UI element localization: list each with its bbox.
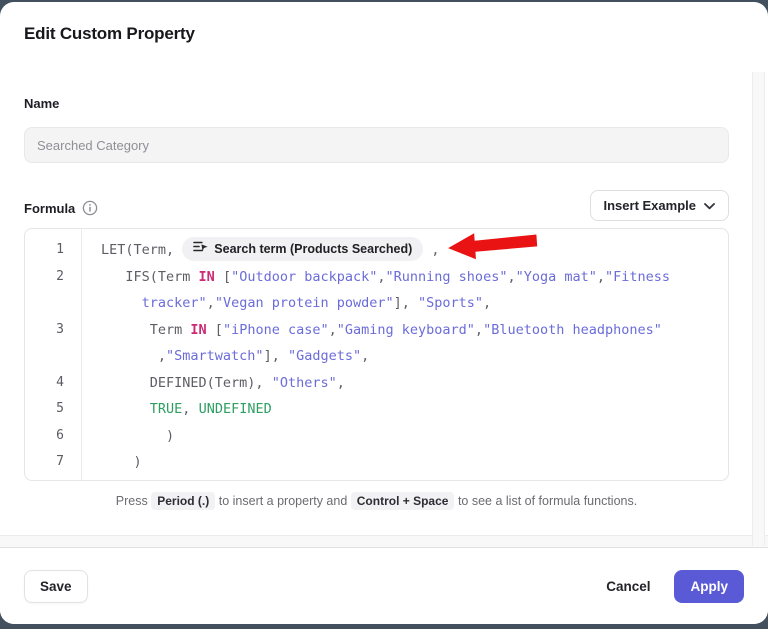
code-token: , <box>423 242 439 258</box>
chevron-down-icon <box>704 198 715 213</box>
code-token: , <box>361 348 369 364</box>
kbd-period: Period (.) <box>151 492 215 510</box>
cancel-button[interactable]: Cancel <box>606 570 650 603</box>
code-token: , <box>337 375 345 391</box>
code-token: IFS(Term <box>101 269 199 285</box>
kbd-control-space: Control + Space <box>351 492 455 510</box>
code-token: ) <box>101 428 174 444</box>
code-token: "iPhone case" <box>223 322 329 338</box>
line-number: 3 <box>25 317 81 370</box>
hint-press: Press <box>116 494 148 508</box>
formula-label: Formula <box>24 201 75 216</box>
code-row: ,"Smartwatch"], "Gadgets", <box>101 343 662 370</box>
dialog-footer: Save Cancel Apply <box>0 548 768 624</box>
code-row: LET(Term, Search term (Products Searched… <box>101 237 440 264</box>
info-icon[interactable] <box>82 200 98 216</box>
code-token: "Fitness <box>605 269 670 285</box>
code-token: ) <box>101 454 142 470</box>
code-row: IFS(Term IN ["Outdoor backpack","Running… <box>101 264 670 291</box>
code-token: tracker" <box>142 295 207 311</box>
editor-hint: Press Period (.) to insert a property an… <box>24 491 729 512</box>
line-number: 1 <box>25 237 81 264</box>
code-token <box>101 401 150 417</box>
code-token: [ <box>215 269 231 285</box>
code-token: , <box>483 295 491 311</box>
insert-example-button[interactable]: Insert Example <box>590 190 730 221</box>
code-token: "Outdoor backpack" <box>231 269 377 285</box>
code-token: "Smartwatch" <box>166 348 264 364</box>
code-token: "Vegan protein powder" <box>215 295 394 311</box>
code-token: , <box>377 269 385 285</box>
code-token: , <box>182 401 198 417</box>
gutter-separator <box>81 229 82 480</box>
code-token: "Others" <box>272 375 337 391</box>
code-row: Term IN ["iPhone case","Gaming keyboard"… <box>101 317 662 344</box>
code-line: 3 Term IN ["iPhone case","Gaming keyboar… <box>25 317 728 370</box>
code-token: UNDEFINED <box>199 401 272 417</box>
formula-code-editor[interactable]: 1 LET(Term, Search term (Products Searche… <box>24 228 729 481</box>
line-number: 4 <box>25 370 81 397</box>
code-row: ) <box>101 449 142 476</box>
code-line: 5 TRUE, UNDEFINED <box>25 396 728 423</box>
property-pill-label: Search term (Products Searched) <box>214 236 412 263</box>
code-token: "Gadgets" <box>288 348 361 364</box>
code-token <box>101 295 142 311</box>
code-line: 1 LET(Term, Search term (Products Searche… <box>25 237 728 264</box>
red-arrow-annotation-icon <box>445 225 541 265</box>
name-label: Name <box>24 96 59 111</box>
code-row: tracker","Vegan protein powder"], "Sport… <box>101 290 670 317</box>
code-token: ], <box>394 295 418 311</box>
vertical-scrollbar[interactable] <box>752 72 765 546</box>
code-line: 6 ) <box>25 423 728 450</box>
code-row: ) <box>101 423 174 450</box>
code-token: TRUE <box>150 401 183 417</box>
code-line: 2 IFS(Term IN ["Outdoor backpack","Runni… <box>25 264 728 317</box>
code-line: 7 ) <box>25 449 728 476</box>
code-token: , <box>475 322 483 338</box>
code-row: TRUE, UNDEFINED <box>101 396 272 423</box>
code-token: LET(Term, <box>101 242 182 258</box>
edit-custom-property-dialog: Edit Custom Property Name Formula Insert… <box>0 2 768 624</box>
code-token: [ <box>207 322 223 338</box>
code-token: "Sports" <box>418 295 483 311</box>
horizontal-scrollbar[interactable] <box>0 535 768 548</box>
insert-example-label: Insert Example <box>604 198 697 213</box>
line-number: 2 <box>25 264 81 317</box>
code-token: IN <box>190 322 206 338</box>
line-number: 5 <box>25 396 81 423</box>
dialog-title: Edit Custom Property <box>24 24 195 44</box>
save-button[interactable]: Save <box>24 570 88 603</box>
hint-middle: to insert a property and <box>219 494 348 508</box>
code-token: "Yoga mat" <box>516 269 597 285</box>
formula-header-row: Formula Insert Example <box>24 190 729 222</box>
property-pill[interactable]: Search term (Products Searched) <box>182 237 423 261</box>
line-number: 6 <box>25 423 81 450</box>
code-token: "Gaming keyboard" <box>337 322 475 338</box>
code-token: "Bluetooth headphones" <box>483 322 662 338</box>
code-token: Term <box>101 322 190 338</box>
code-row: DEFINED(Term), "Others", <box>101 370 345 397</box>
code-token: , <box>507 269 515 285</box>
code-token: , <box>101 348 166 364</box>
line-number: 7 <box>25 449 81 476</box>
code-token: , <box>329 322 337 338</box>
apply-button[interactable]: Apply <box>674 570 744 603</box>
code-token: , <box>207 295 215 311</box>
code-token: IN <box>199 269 215 285</box>
list-cursor-icon <box>193 236 208 263</box>
code-token: , <box>597 269 605 285</box>
code-token: ], <box>264 348 288 364</box>
code-token: "Running shoes" <box>386 269 508 285</box>
name-input[interactable] <box>24 127 729 163</box>
code-token: DEFINED(Term), <box>101 375 272 391</box>
hint-suffix: to see a list of formula functions. <box>458 494 637 508</box>
code-lines: 1 LET(Term, Search term (Products Searche… <box>25 237 728 476</box>
code-line: 4 DEFINED(Term), "Others", <box>25 370 728 397</box>
